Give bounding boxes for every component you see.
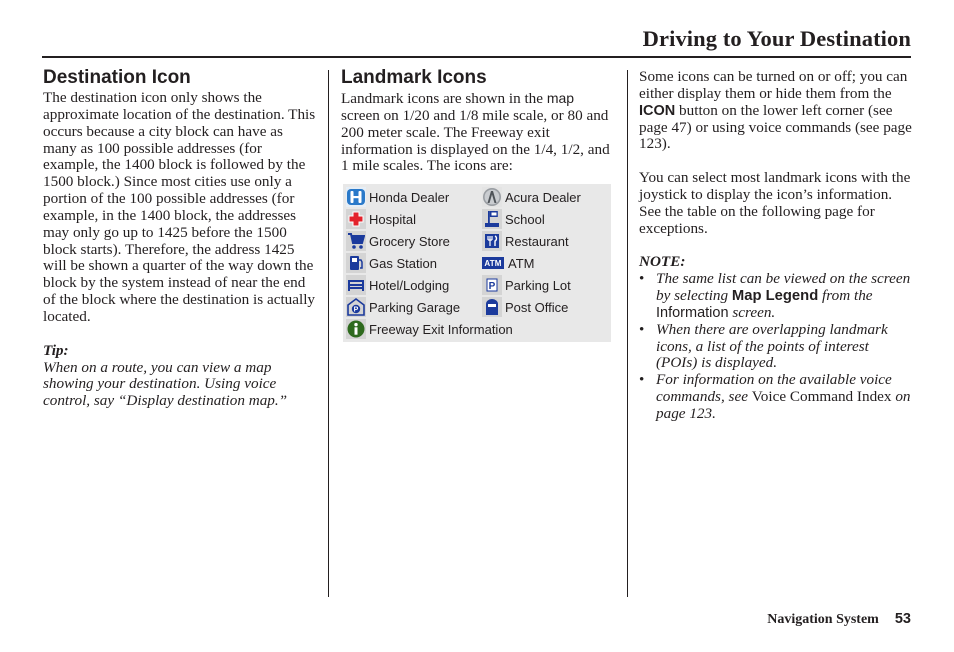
- icon-label: Acura Dealer: [505, 189, 581, 205]
- voice-command-index-link[interactable]: Voice Command Index: [752, 388, 892, 405]
- intro-text: screen on 1/20 and 1/8 mile scale, or 80…: [341, 106, 610, 175]
- icon-label: Parking Lot: [505, 277, 571, 293]
- icon-label: Hotel/Lodging: [369, 277, 450, 293]
- icon-label: Post Office: [505, 299, 569, 315]
- icon-row-freeway-exit-information: Freeway Exit Information: [346, 318, 513, 340]
- section-heading: Destination Icon: [43, 67, 191, 88]
- note-item: For information on the available voice c…: [639, 371, 914, 423]
- destination-icon-section: Destination Icon The destination icon on…: [43, 66, 318, 410]
- footer-label: Navigation System: [767, 612, 879, 627]
- note-item: When there are overlapping landmark icon…: [639, 320, 914, 373]
- icon-display-section: Some icons can be turned on or off; you …: [639, 68, 914, 423]
- paragraph-text: button on the lower left corner (see pag…: [639, 101, 912, 153]
- icon-label: Restaurant: [505, 233, 569, 249]
- note-text: When there are overlapping landmark icon…: [656, 320, 888, 372]
- info-icon: [346, 319, 366, 339]
- icon-label: Parking Garage: [369, 299, 461, 315]
- icon-row-gas-station: Gas Station: [346, 252, 437, 274]
- flag-icon: [482, 209, 502, 229]
- icon-label: ATM: [508, 255, 535, 271]
- column-divider: [627, 70, 628, 597]
- icon-label: Honda Dealer: [369, 189, 450, 205]
- icon-label: Gas Station: [369, 255, 437, 271]
- map-screen-term: map: [546, 90, 575, 106]
- icon-button-term: ICON: [639, 102, 676, 119]
- icon-row-atm: ATM ATM: [482, 252, 534, 274]
- svg-text:P: P: [489, 281, 496, 292]
- landmark-icons-section: Landmark Icons Landmark icons are shown …: [341, 66, 616, 175]
- atm-icon-text: ATM: [484, 258, 502, 268]
- icon-label: Freeway Exit Information: [369, 321, 513, 337]
- joystick-paragraph: You can select most landmark icons with …: [639, 169, 911, 237]
- icon-row-post-office: Post Office: [482, 296, 568, 318]
- icon-row-hospital: Hospital: [346, 208, 416, 230]
- information-screen-term: Information: [656, 304, 729, 321]
- shopping-cart-icon: [346, 231, 366, 251]
- icon-toggle-paragraph: Some icons can be turned on or off; you …: [639, 68, 914, 153]
- tip-text: When on a route, you can view a map show…: [43, 358, 288, 410]
- icon-row-school: School: [482, 208, 545, 230]
- red-cross-icon: [346, 209, 366, 229]
- landmark-icon-table: Honda Dealer Hospital Grocery Store Gas …: [343, 184, 611, 342]
- page-number: 53: [894, 611, 911, 627]
- intro-text: Landmark icons are shown in the: [341, 90, 547, 107]
- parking-p-icon: P: [482, 275, 502, 295]
- note-text: from the: [818, 286, 873, 304]
- icon-row-grocery-store: Grocery Store: [346, 230, 450, 252]
- acura-logo-icon: [482, 187, 502, 207]
- note-list: The same list can be viewed on the scree…: [639, 270, 914, 423]
- fork-knife-icon: [482, 231, 502, 251]
- icon-row-parking-garage: P Parking Garage: [346, 296, 460, 318]
- note-text: screen.: [728, 303, 776, 321]
- icon-label: Hospital: [369, 211, 416, 227]
- atm-icon: ATM: [482, 257, 504, 269]
- icon-label: Grocery Store: [369, 233, 450, 249]
- paragraph-text: Some icons can be turned on or off; you …: [639, 68, 908, 102]
- bed-icon: [346, 275, 366, 295]
- section-heading: Landmark Icons: [341, 67, 487, 88]
- svg-text:P: P: [354, 307, 359, 314]
- icon-row-hotel-lodging: Hotel/Lodging: [346, 274, 449, 296]
- title-rule: [42, 56, 911, 58]
- icon-row-restaurant: Restaurant: [482, 230, 569, 252]
- note-label: NOTE:: [639, 253, 686, 271]
- section-body: The destination icon only shows the appr…: [43, 89, 316, 325]
- icon-label: School: [505, 211, 545, 227]
- note-item: The same list can be viewed on the scree…: [639, 270, 914, 322]
- section-intro: Landmark icons are shown in the map scre…: [341, 90, 616, 175]
- map-legend-term: Map Legend: [731, 287, 819, 304]
- icon-row-acura-dealer: Acura Dealer: [482, 186, 581, 208]
- gas-pump-icon: [346, 253, 366, 273]
- icon-row-parking-lot: P Parking Lot: [482, 274, 571, 296]
- icon-row-honda-dealer: Honda Dealer: [346, 186, 449, 208]
- column-divider: [328, 70, 329, 597]
- parking-garage-icon: P: [346, 297, 366, 317]
- page-title: Driving to Your Destination: [642, 26, 911, 51]
- tip-label: Tip:: [43, 341, 69, 359]
- page-footer: Navigation System 53: [767, 610, 911, 628]
- mailbox-icon: [482, 297, 502, 317]
- honda-logo-icon: [346, 187, 366, 207]
